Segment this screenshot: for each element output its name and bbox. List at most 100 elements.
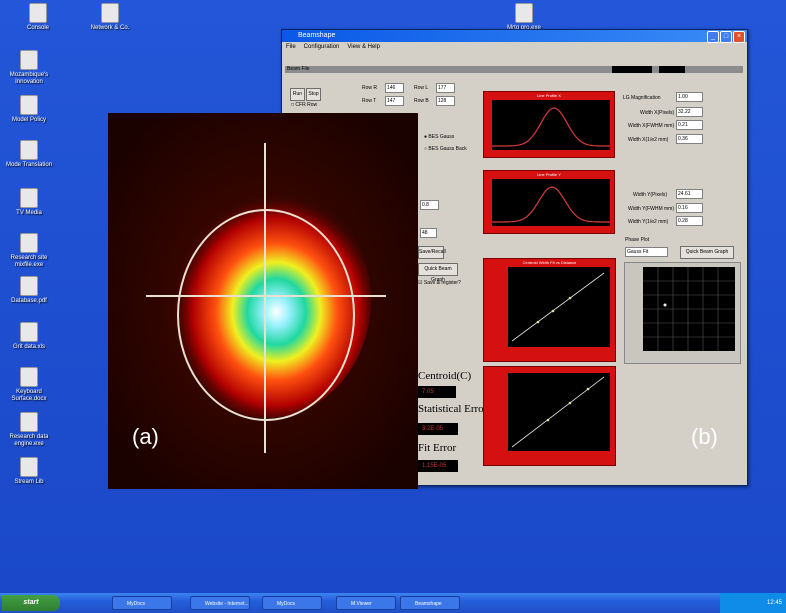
register-checkbox[interactable]: ☑ Save & register?: [418, 280, 461, 286]
panel-label-a: (a): [132, 424, 159, 449]
desktop-icon[interactable]: Mozambique's Innovation: [5, 50, 53, 86]
width-fit-graph: [508, 267, 610, 347]
desktop-icon-label: TV Media: [16, 210, 42, 216]
file-icon: [20, 188, 38, 208]
file-icon: [29, 3, 47, 23]
desktop-icon[interactable]: Research data engine.exe: [5, 412, 53, 448]
row-b-field[interactable]: 128: [436, 96, 455, 106]
start-button[interactable]: start: [2, 595, 60, 611]
stop-button[interactable]: Stop: [306, 88, 321, 101]
line-profile-y-plot: Line Profile Y: [483, 170, 615, 234]
desktop-icon[interactable]: Mode Translation: [5, 140, 53, 169]
menu-file[interactable]: File: [286, 42, 296, 52]
magnification-label: LG Magnification: [623, 95, 661, 101]
width-x-fwhm-label: Width X(FWHM mm): [628, 123, 675, 129]
close-button[interactable]: ×: [733, 31, 745, 43]
quick-beam-button[interactable]: Quick Beam Graph: [418, 263, 458, 283]
desktop-icon[interactable]: Keyboard Surface.docx: [5, 367, 53, 403]
desktop-icon[interactable]: Model Policy: [5, 95, 53, 124]
window-title: Beamshape: [298, 32, 336, 39]
desktop-icon[interactable]: Console: [14, 3, 62, 32]
quick-beam-graph-button[interactable]: Quick Beam Graph: [680, 246, 734, 259]
gauss-option[interactable]: ● BES Gauss: [424, 134, 454, 140]
gauss-label: BES Gauss: [428, 134, 455, 140]
status-indicator-2: [659, 66, 685, 73]
maximize-button[interactable]: □: [720, 31, 732, 43]
taskbar-button[interactable]: Website - Internet...: [190, 596, 250, 610]
desktop-icon[interactable]: Network & Co.: [86, 3, 134, 32]
plot-title-y: Line Profile Y: [537, 172, 561, 177]
gauss-back-option[interactable]: ○ BES Gauss Back: [424, 146, 467, 152]
desktop-icon-label: Keyboard Surface.docx: [11, 389, 47, 402]
row-r-field[interactable]: 146: [385, 83, 404, 93]
file-icon: [20, 367, 38, 387]
cfr-row-checkbox[interactable]: □ CFR Row: [291, 102, 317, 108]
file-icon: [20, 412, 38, 432]
width-x-field[interactable]: 32.22: [676, 107, 703, 117]
save-recall-button[interactable]: Save/Recall: [418, 246, 446, 259]
system-tray: 12:45: [720, 593, 786, 613]
width-x-label: Width X(Pixels): [640, 110, 675, 116]
fit-point: [551, 309, 555, 313]
plot-area: [492, 179, 610, 226]
desktop-icon-label: Mode Translation: [5, 162, 53, 168]
row-l-field[interactable]: 177: [436, 83, 455, 93]
gauss-back-label: BES Gauss Back: [428, 146, 467, 152]
desktop-icon[interactable]: Research site mixfile.exe: [5, 233, 53, 269]
taskbar-button[interactable]: Beamshape: [400, 596, 460, 610]
width-y-1e2-label: Width Y(1/e2 mm): [628, 219, 669, 225]
file-icon: [20, 276, 38, 296]
fit-error-label: Fit Error: [418, 442, 457, 454]
file-icon: [20, 95, 38, 115]
width-y-fwhm-field[interactable]: 0.16: [676, 203, 703, 213]
threshold-field[interactable]: 0.8: [420, 200, 439, 210]
taskbar-button[interactable]: M.Viewer: [336, 596, 396, 610]
desktop-icon[interactable]: Mrtg pro.exe: [500, 3, 548, 32]
time-graph: [508, 373, 610, 451]
desktop-icon[interactable]: Stream Lib: [5, 457, 53, 486]
method-dropdown[interactable]: Gauss Fit: [625, 247, 668, 257]
file-icon: [20, 457, 38, 477]
desktop-icon-label: Network & Co.: [90, 25, 130, 31]
run-button[interactable]: Run: [290, 88, 305, 101]
row-r-label: Row R: [362, 85, 378, 91]
time-point: [586, 387, 590, 391]
degree-field[interactable]: 48: [420, 228, 437, 238]
row-l-label: Row L: [414, 85, 429, 91]
menu-view-help[interactable]: View & Help: [347, 42, 380, 52]
desktop-icon-label: Research data engine.exe: [9, 434, 49, 447]
phase-plot-label: Phase Plot: [625, 237, 650, 243]
row-t-label: Row T: [362, 98, 377, 104]
menu-configuration[interactable]: Configuration: [304, 42, 340, 52]
desktop-icon[interactable]: Grit data.xls: [5, 322, 53, 351]
row-t-field[interactable]: 147: [385, 96, 404, 106]
centroid-label: Centroid(C): [418, 370, 472, 382]
phase-plot-graph: [643, 267, 735, 351]
time-point: [546, 418, 550, 422]
taskbar-button[interactable]: MyDocs: [112, 596, 172, 610]
width-fit-plot: Centroid Width Fit vs Distance: [483, 258, 616, 362]
width-y-1e2-field[interactable]: 0.28: [676, 216, 703, 226]
plot-title-x: Line Profile X: [537, 93, 561, 98]
width-x-1e2-field[interactable]: 0.36: [676, 134, 703, 144]
clock: 12:45: [766, 600, 782, 606]
time-point: [568, 401, 572, 405]
status-strip: Beam File: [285, 66, 743, 73]
minimize-button[interactable]: _: [707, 31, 719, 43]
desktop-icon-label: Research site mixfile.exe: [10, 255, 48, 268]
profile-y-graph: [492, 179, 610, 226]
file-icon: [515, 3, 533, 23]
width-y-field[interactable]: 24.61: [676, 189, 703, 199]
desktop-icon[interactable]: Database.pdf: [5, 276, 53, 305]
width-x-fwhm-field[interactable]: 0.21: [676, 120, 703, 130]
width-y-label: Width Y(Pixels): [633, 192, 668, 198]
strip-label: Beam File: [287, 66, 310, 72]
desktop-icon[interactable]: TV Media: [5, 188, 53, 217]
plot-title-fit: Centroid Width Fit vs Distance: [522, 260, 577, 265]
taskbar-button[interactable]: MyDocs: [262, 596, 322, 610]
panel-label-b: (b): [691, 424, 718, 449]
magnification-field[interactable]: 1.00: [676, 92, 703, 102]
window-titlebar[interactable]: Beamshape _ □ ×: [282, 30, 747, 43]
file-icon: [101, 3, 119, 23]
fit-error-value: 1.15E-05: [418, 460, 458, 472]
